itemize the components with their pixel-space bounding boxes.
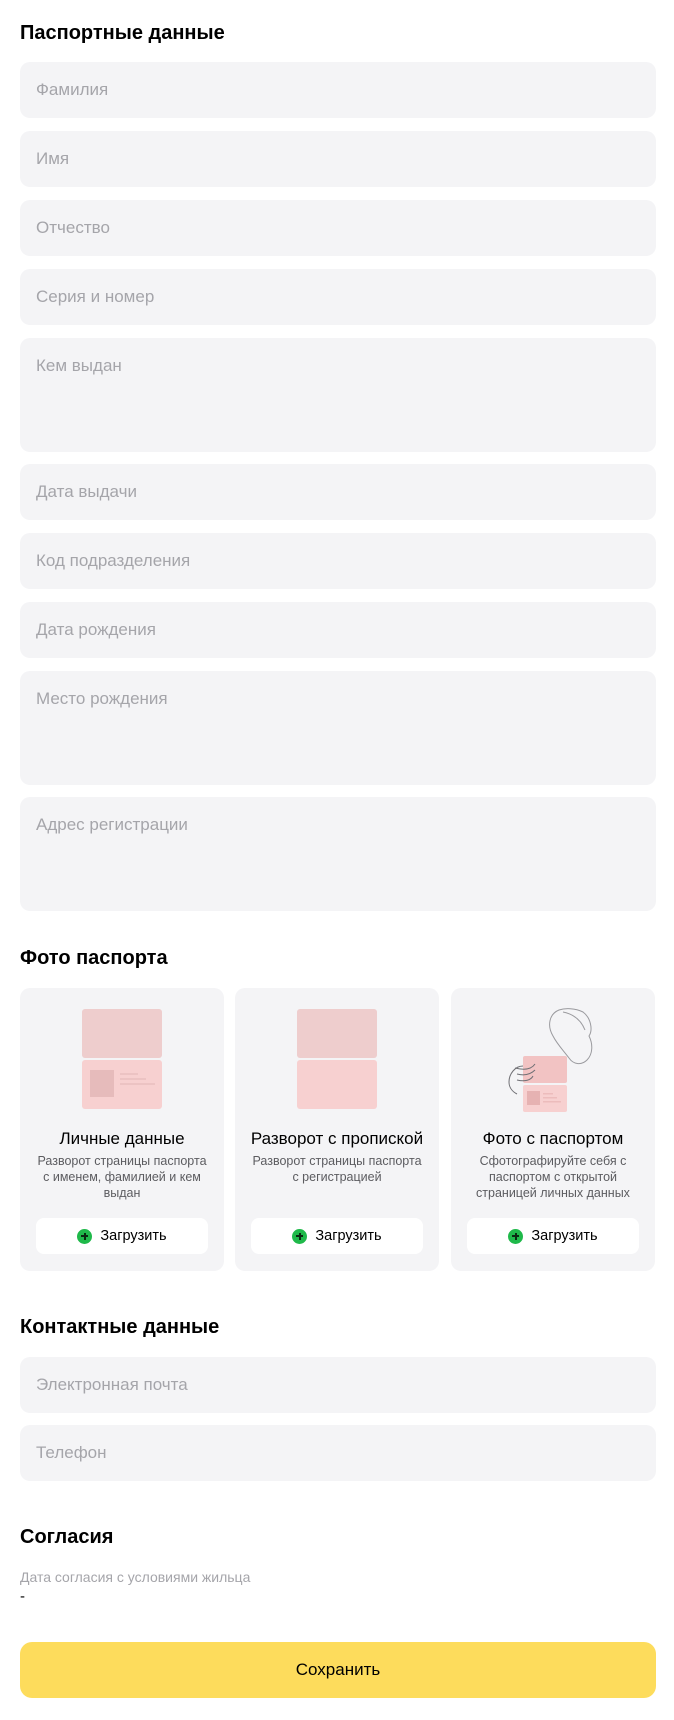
registration-address-field[interactable] [20,797,656,911]
consents-section-title: Согласия [20,1526,114,1548]
issued-by-input[interactable] [36,356,640,436]
last-name-input[interactable] [36,80,640,100]
plus-icon [77,1228,93,1244]
upload-label: Загрузить [100,1228,167,1244]
selfie-with-passport-icon [508,1008,593,1112]
patronymic-field[interactable] [20,200,656,256]
photo-card-registration: Разворот с пропиской Разворот страницы п… [235,988,439,1271]
upload-personal-data-button[interactable]: Загрузить [36,1218,208,1254]
last-name-field[interactable] [20,62,656,118]
upload-label: Загрузить [531,1228,598,1244]
photo-card-personal-data: Личные данные Разворот страницы паспорта… [20,988,224,1271]
issue-date-field[interactable] [20,464,656,520]
save-button[interactable]: Сохранить [20,1642,656,1698]
passport-photo-section-title: Фото паспорта [20,947,168,969]
photo-card-selfie: Фото с паспортом Сфотографируйте себя с … [451,988,655,1271]
passport-registration-page-icon [297,1009,377,1109]
issue-date-input[interactable] [36,482,640,502]
card-description: Сфотографируйте себя с паспортом с откры… [476,1154,630,1200]
first-name-input[interactable] [36,149,640,169]
card-description: Разворот страницы паспорта с регистрацие… [252,1154,422,1184]
patronymic-input[interactable] [36,218,640,238]
email-field[interactable] [20,1357,656,1413]
issued-by-field[interactable] [20,338,656,452]
plus-icon [508,1228,524,1244]
card-title: Фото с паспортом [482,1129,624,1148]
division-code-input[interactable] [36,551,640,571]
card-title: Личные данные [59,1129,185,1148]
series-number-field[interactable] [20,269,656,325]
registration-address-input[interactable] [36,815,640,895]
passport-form-page: Паспортные данные Фото паспорта [0,0,674,1720]
birth-place-field[interactable] [20,671,656,785]
phone-input[interactable] [36,1443,640,1463]
plus-icon [292,1228,308,1244]
birth-date-input[interactable] [36,620,640,640]
contacts-section-title: Контактные данные [20,1316,220,1338]
first-name-field[interactable] [20,131,656,187]
birth-date-field[interactable] [20,602,656,658]
phone-field[interactable] [20,1425,656,1481]
upload-label: Загрузить [315,1228,382,1244]
email-input[interactable] [36,1375,640,1395]
passport-personal-page-icon [82,1009,162,1109]
division-code-field[interactable] [20,533,656,589]
birth-place-input[interactable] [36,689,640,769]
card-title: Разворот с пропиской [250,1129,424,1148]
passport-section-title: Паспортные данные [20,22,225,44]
upload-registration-button[interactable]: Загрузить [251,1218,423,1254]
upload-selfie-button[interactable]: Загрузить [467,1218,639,1254]
consent-date-value: - [20,1588,25,1605]
card-description: Разворот страницы паспорта с именем, фам… [37,1154,207,1200]
consent-date-label: Дата согласия с условиями жильца [20,1569,251,1585]
series-number-input[interactable] [36,287,640,307]
